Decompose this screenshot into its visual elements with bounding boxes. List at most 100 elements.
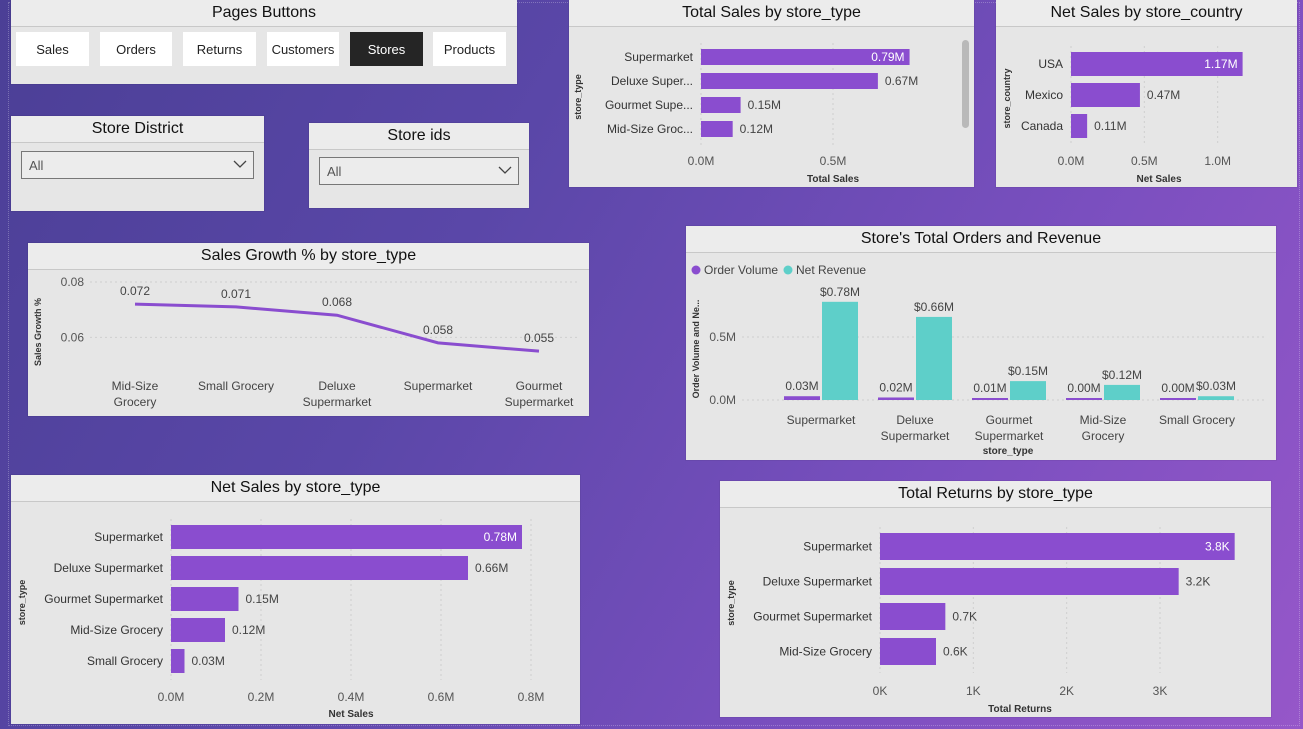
category-label: Deluxe Supermarket: [54, 561, 164, 575]
category-label: Supermarket: [975, 429, 1044, 443]
y-tick-label: 0.0M: [709, 393, 736, 407]
chart-title: Total Returns by store_type: [720, 481, 1271, 508]
y-axis-label: store_country: [1002, 68, 1012, 128]
nav-button-returns[interactable]: Returns: [183, 32, 256, 66]
x-tick-label: 3K: [1153, 684, 1168, 698]
data-label: 0.6K: [943, 645, 968, 659]
total-sales-by-store-type-card: Total Sales by store_type 0.0M 0.5M Superm…: [569, 0, 974, 187]
orders-revenue-chart: Order Volume Net Revenue 0.5M 0.0M 0.03M $0.7…: [691, 263, 1266, 457]
x-tick-label: 1.0M: [1204, 154, 1231, 168]
bar: [701, 121, 733, 137]
category-label: Mexico: [1025, 88, 1063, 102]
x-tick-label: 0.0M: [158, 690, 185, 704]
chart-title: Store's Total Orders and Revenue: [686, 226, 1276, 253]
data-label: 0.03M: [192, 654, 225, 668]
x-axis-label: Net Sales: [1136, 174, 1181, 185]
legend-marker: [691, 265, 701, 275]
data-label: 0.068: [322, 295, 352, 309]
chevron-down-icon: [498, 166, 512, 174]
data-label: 1.17M: [1204, 57, 1237, 71]
data-label: 0.00M: [1161, 381, 1194, 395]
y-axis-label: store_type: [573, 74, 583, 120]
data-label: 0.11M: [1094, 119, 1126, 133]
store-district-filter: Store District All: [11, 116, 264, 211]
chart-title: Sales Growth % by store_type: [28, 243, 589, 270]
y-tick-label: 0.06: [61, 330, 85, 344]
bar: [878, 397, 914, 400]
category-label: Supermarket: [94, 530, 163, 544]
bar: [1198, 396, 1234, 400]
store-ids-dropdown[interactable]: All: [319, 157, 519, 185]
net-sales-by-store-country-card: Net Sales by store_country 0.0M 0.5M 1.0M U…: [996, 0, 1297, 187]
store-district-value: All: [29, 158, 44, 173]
x-tick-label: 0.2M: [248, 690, 275, 704]
category-label: Gourmet Supe...: [605, 98, 693, 112]
data-label: $0.15M: [1008, 364, 1048, 378]
bar: [1010, 381, 1046, 400]
chart-scrollbar[interactable]: [962, 40, 969, 128]
total-sales-by-store-type-chart: 0.0M 0.5M Supermarket 0.79M Deluxe Super... 0…: [573, 43, 918, 185]
total-returns-card: Total Returns by store_type 0K 1K 2K 3K Supe…: [720, 481, 1271, 717]
x-axis-label: store_type: [983, 446, 1034, 457]
legend-label: Net Revenue: [796, 263, 866, 277]
x-tick-label: 0K: [873, 684, 888, 698]
x-tick-label: 0.0M: [1058, 154, 1085, 168]
store-ids-value: All: [327, 164, 342, 179]
category-label: Mid-Size Groc...: [607, 122, 693, 136]
category-label: Supermarket: [505, 395, 574, 409]
chevron-down-icon: [233, 160, 247, 168]
category-label: Supermarket: [303, 395, 372, 409]
category-label: Gourmet: [986, 413, 1033, 427]
data-label: 0.67M: [885, 74, 918, 88]
x-tick-label: 2K: [1059, 684, 1074, 698]
category-label: Deluxe: [896, 413, 934, 427]
data-label: $0.66M: [914, 300, 954, 314]
store-district-dropdown[interactable]: All: [21, 151, 254, 179]
data-label: 0.78M: [484, 530, 517, 544]
data-label: $0.03M: [1196, 379, 1236, 393]
category-label: Mid-Size: [112, 379, 159, 393]
category-label: Supermarket: [624, 50, 693, 64]
data-label: 3.8K: [1205, 540, 1230, 554]
nav-button-stores[interactable]: Stores: [350, 32, 423, 66]
bar: [701, 97, 741, 113]
x-tick-label: 0.0M: [688, 154, 715, 168]
bar: [880, 533, 1235, 560]
x-tick-label: 0.5M: [1131, 154, 1158, 168]
y-axis-label: store_type: [726, 580, 736, 626]
store-ids-filter: Store ids All: [309, 123, 529, 208]
data-label: 0.072: [120, 284, 150, 298]
category-label: Deluxe Supermarket: [763, 575, 873, 589]
bar: [822, 301, 858, 400]
nav-button-customers[interactable]: Customers: [267, 32, 339, 66]
orders-revenue-card: Store's Total Orders and Revenue Order V…: [686, 226, 1276, 460]
data-label: 0.79M: [871, 50, 904, 64]
bar: [171, 618, 225, 642]
bar: [1104, 384, 1140, 400]
nav-button-orders[interactable]: Orders: [100, 32, 172, 66]
x-tick-label: 1K: [966, 684, 981, 698]
category-label: Supermarket: [881, 429, 950, 443]
data-label: 0.12M: [232, 623, 265, 637]
x-tick-label: 0.4M: [338, 690, 365, 704]
y-axis-label: store_type: [17, 580, 27, 626]
sales-growth-card: Sales Growth % by store_type 0.08 0.06 0.0…: [28, 243, 589, 416]
category-label: Small Grocery: [87, 654, 163, 668]
data-label: 0.15M: [748, 98, 781, 112]
category-label: Mid-Size Grocery: [779, 645, 872, 659]
x-axis-label: Net Sales: [328, 709, 373, 720]
x-tick-label: 0.5M: [820, 154, 847, 168]
bar: [171, 556, 468, 580]
data-label: 0.12M: [740, 122, 773, 136]
data-label: 0.7K: [952, 610, 977, 624]
nav-button-sales[interactable]: Sales: [16, 32, 89, 66]
chart-title: Net Sales by store_country: [996, 0, 1297, 27]
category-label: Mid-Size: [1080, 413, 1127, 427]
net-sales-by-store-type-card: Net Sales by store_type 0.0M 0.2M 0.4M 0.6M…: [11, 475, 580, 724]
x-axis-label: Total Returns: [988, 704, 1052, 715]
nav-button-products[interactable]: Products: [433, 32, 506, 66]
y-axis-label: Sales Growth %: [33, 298, 43, 366]
category-label: Deluxe Super...: [611, 74, 693, 88]
pages-buttons-title: Pages Buttons: [11, 0, 517, 27]
data-label: 0.03M: [785, 379, 818, 393]
